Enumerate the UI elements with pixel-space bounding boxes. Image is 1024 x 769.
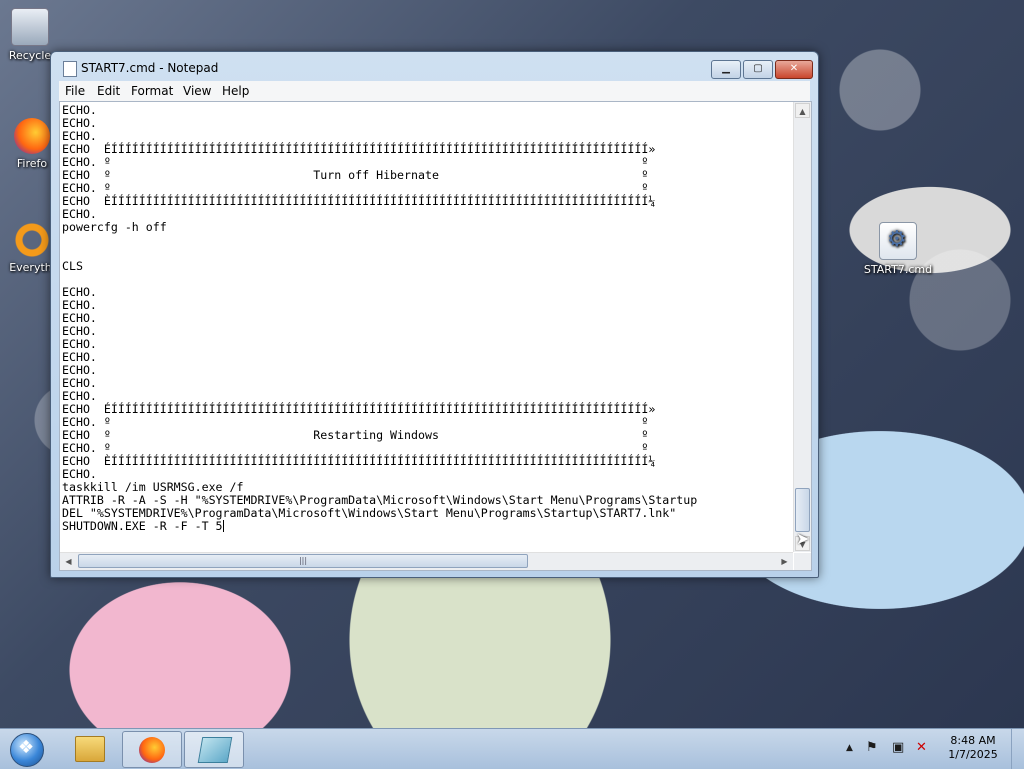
text-content[interactable]: ECHO. ECHO. ECHO. ECHO ÉÍÍÍÍÍÍÍÍÍÍÍÍÍÍÍÍÍÍÍ…: [62, 104, 790, 548]
taskbar-notepad[interactable]: [184, 731, 244, 768]
text-line: ECHO.: [62, 337, 97, 351]
vertical-scroll-thumb[interactable]: [795, 488, 810, 532]
scroll-up-arrow-icon[interactable]: ▲: [795, 103, 810, 118]
recycle-bin-icon: [11, 8, 49, 46]
firefox-icon: [14, 118, 50, 154]
menu-file[interactable]: File: [65, 84, 85, 98]
maximize-button[interactable]: ▢: [743, 60, 773, 79]
folder-icon: [75, 736, 105, 762]
taskbar-explorer[interactable]: [60, 731, 118, 766]
everything-icon: [14, 222, 50, 258]
windows-logo-icon: [10, 733, 44, 767]
text-line: ECHO.: [62, 116, 97, 130]
text-line: ECHO.: [62, 350, 97, 364]
cmd-file-icon: [879, 222, 917, 260]
taskbar: ▲ ⚑ ▣ ✕ 8:48 AM 1/7/2025: [0, 728, 1024, 769]
network-icon[interactable]: ▣: [892, 740, 904, 755]
show-desktop-button[interactable]: [1011, 729, 1024, 769]
clock-date: 1/7/2025: [948, 748, 998, 761]
mouse-cursor-icon: ➤: [796, 529, 810, 548]
start7-cmd-label: START7.cmd: [863, 263, 933, 276]
text-line: [62, 234, 790, 247]
text-editor[interactable]: ECHO. ECHO. ECHO. ECHO ÉÍÍÍÍÍÍÍÍÍÍÍÍÍÍÍÍÍÍÍ…: [59, 101, 812, 571]
vertical-scrollbar[interactable]: ▲ ▼: [793, 102, 811, 552]
scroll-right-arrow-icon[interactable]: ▶: [777, 554, 792, 569]
taskbar-firefox[interactable]: [122, 731, 182, 768]
text-line: ECHO.: [62, 207, 97, 221]
menu-edit[interactable]: Edit: [97, 84, 120, 98]
horizontal-scrollbar[interactable]: ◀ ||| ▶: [60, 552, 793, 570]
text-caret: [222, 520, 224, 532]
close-button[interactable]: ✕: [775, 60, 813, 79]
menu-help[interactable]: Help: [222, 84, 249, 98]
text-line: ECHO.: [62, 363, 97, 377]
scroll-left-arrow-icon[interactable]: ◀: [61, 554, 76, 569]
menu-bar: File Edit Format View Help: [59, 81, 810, 102]
notepad-icon: [197, 737, 233, 763]
notepad-icon: [63, 61, 77, 77]
text-line: ECHO.: [62, 324, 97, 338]
start-button[interactable]: [4, 731, 48, 767]
text-line: ECHO.: [62, 285, 97, 299]
text-line: ECHO.: [62, 298, 97, 312]
title-bar[interactable]: START7.cmd - Notepad ▁ ▢ ✕: [51, 52, 818, 82]
flag-icon[interactable]: ⚑: [866, 740, 878, 755]
window-title: START7.cmd - Notepad: [81, 61, 219, 75]
menu-view[interactable]: View: [183, 84, 211, 98]
firefox-icon: [139, 737, 165, 763]
text-line: CLS: [62, 259, 83, 273]
system-clock[interactable]: 8:48 AM 1/7/2025: [938, 734, 1008, 762]
horizontal-scroll-thumb[interactable]: |||: [78, 554, 528, 568]
menu-format[interactable]: Format: [131, 84, 173, 98]
text-line: ECHO.: [62, 311, 97, 325]
scrollbar-corner: [794, 553, 811, 570]
text-line: [62, 273, 790, 286]
text-line: ECHO.: [62, 376, 97, 390]
text-line: ECHO ÈÍÍÍÍÍÍÍÍÍÍÍÍÍÍÍÍÍÍÍÍÍÍÍÍÍÍÍÍÍÍÍÍÍÍ…: [62, 194, 656, 208]
notepad-window: START7.cmd - Notepad ▁ ▢ ✕ File Edit For…: [50, 51, 819, 578]
text-line: powercfg -h off: [62, 220, 167, 234]
text-line: ECHO ÈÍÍÍÍÍÍÍÍÍÍÍÍÍÍÍÍÍÍÍÍÍÍÍÍÍÍÍÍÍÍÍÍÍÍ…: [62, 454, 656, 468]
start7-cmd-file[interactable]: START7.cmd: [860, 222, 936, 276]
text-line: [62, 247, 790, 260]
clock-time: 8:48 AM: [950, 734, 996, 747]
show-hidden-icon[interactable]: ▲: [846, 743, 853, 753]
text-line: ECHO.: [62, 104, 97, 117]
text-line: SHUTDOWN.EXE -R -F -T 5: [62, 519, 224, 533]
minimize-button[interactable]: ▁: [711, 60, 741, 79]
volume-muted-icon[interactable]: ✕: [916, 740, 927, 755]
